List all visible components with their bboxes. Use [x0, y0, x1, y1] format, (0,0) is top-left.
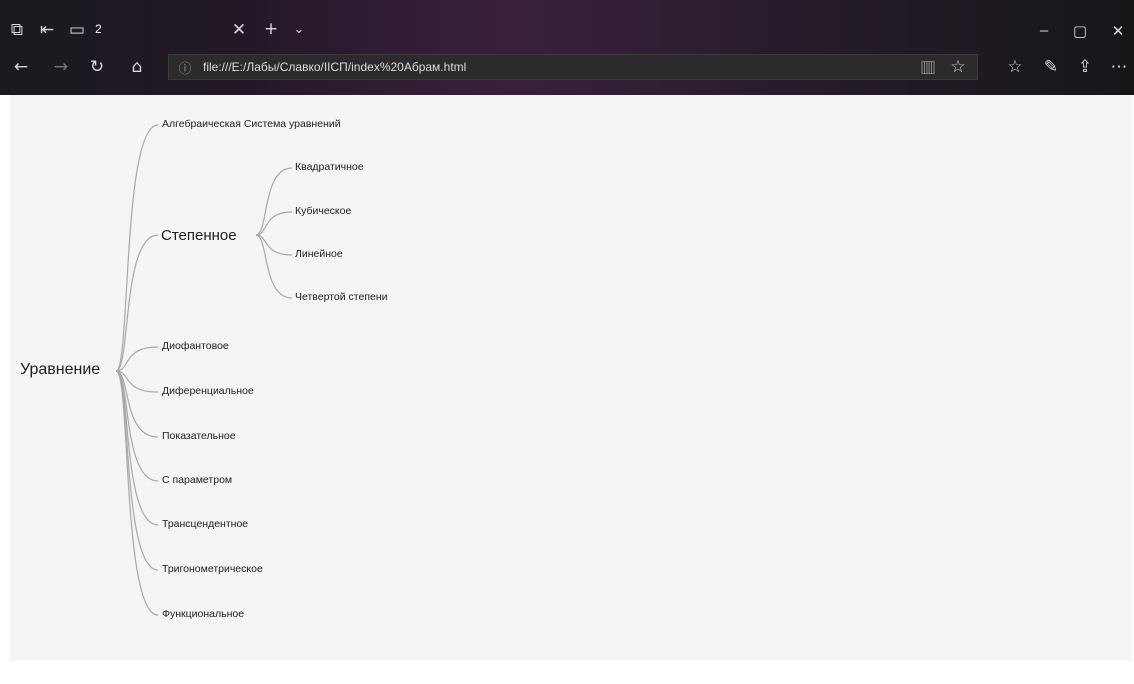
favorites-list-icon[interactable]: ☆ — [1004, 57, 1026, 77]
pen-icon[interactable]: ✎ — [1040, 57, 1062, 77]
home-icon[interactable]: ⌂ — [126, 57, 148, 77]
browser-chrome: ⧉ ⇤ ▭ 2 ✕ + ⌄ – ▢ ✕ ← → ↻ ⌂ ⓘ file:///E:… — [0, 0, 1134, 95]
mindmap-sublink — [255, 234, 293, 256]
mindmap-root-node[interactable]: Уравнение — [20, 361, 100, 379]
mindmap-sublink — [255, 234, 293, 299]
tab-preview-icon[interactable]: ▭ — [66, 20, 88, 40]
page-viewport: Уравнение Алгебраическая Система уравнен… — [0, 95, 1134, 684]
mindmap-subnode[interactable]: Четвертой степени — [295, 291, 388, 303]
mindmap-node[interactable]: Степенное — [161, 227, 237, 244]
mindmap-node[interactable]: Диференциальное — [162, 385, 254, 397]
close-tab-icon[interactable]: ✕ — [228, 20, 250, 40]
mindmap-sublink — [255, 167, 293, 236]
mindmap-subnode[interactable]: Квадратичное — [295, 161, 364, 173]
tab-bar: ⧉ ⇤ ▭ 2 ✕ + ⌄ – ▢ ✕ — [0, 0, 1134, 48]
mindmap-node[interactable]: С параметром — [162, 474, 232, 486]
forward-arrow-icon[interactable]: → — [50, 57, 72, 77]
minimize-icon[interactable]: – — [1032, 22, 1056, 39]
maximize-icon[interactable]: ▢ — [1068, 22, 1092, 40]
mindmap-sublink — [255, 211, 293, 236]
mindmap-link — [115, 370, 159, 616]
mindmap-node[interactable]: Тригонометрическое — [162, 563, 263, 575]
tabs-aside-icon[interactable]: ⧉ — [6, 20, 28, 40]
url-text[interactable]: file:///E:/Лабы/Славко/IIСП/index%20Абра… — [203, 60, 466, 74]
mindmap-links — [115, 124, 293, 616]
mindmap-link — [115, 124, 159, 372]
reading-view-icon[interactable]: ▥ — [917, 57, 939, 77]
close-window-icon[interactable]: ✕ — [1106, 22, 1130, 40]
mindmap-link — [115, 370, 159, 571]
mindmap-node[interactable]: Алгебраическая Система уравнений — [162, 118, 341, 130]
mindmap-node[interactable]: Трансцендентное — [162, 518, 248, 530]
share-icon[interactable]: ⇪ — [1074, 57, 1096, 77]
mindmap-node[interactable]: Диофантовое — [162, 340, 229, 352]
mindmap-canvas: Уравнение Алгебраическая Система уравнен… — [10, 95, 1132, 661]
chevron-down-icon[interactable]: ⌄ — [288, 20, 310, 40]
tab-count: 2 — [95, 22, 102, 36]
mindmap-node[interactable]: Функциональное — [162, 608, 244, 620]
set-aside-icon[interactable]: ⇤ — [36, 20, 58, 40]
info-icon[interactable]: ⓘ — [177, 58, 193, 77]
more-icon[interactable]: ⋯ — [1108, 57, 1130, 77]
back-arrow-icon[interactable]: ← — [10, 57, 32, 77]
address-bar[interactable]: ⓘ file:///E:/Лабы/Славко/IIСП/index%20Аб… — [168, 54, 978, 80]
new-tab-icon[interactable]: + — [260, 19, 282, 39]
mindmap-subnode[interactable]: Линейное — [295, 248, 343, 260]
mindmap-node[interactable]: Показательное — [162, 430, 236, 442]
mindmap-subnode[interactable]: Кубическое — [295, 205, 351, 217]
star-icon[interactable]: ☆ — [947, 57, 969, 77]
refresh-icon[interactable]: ↻ — [86, 57, 108, 77]
